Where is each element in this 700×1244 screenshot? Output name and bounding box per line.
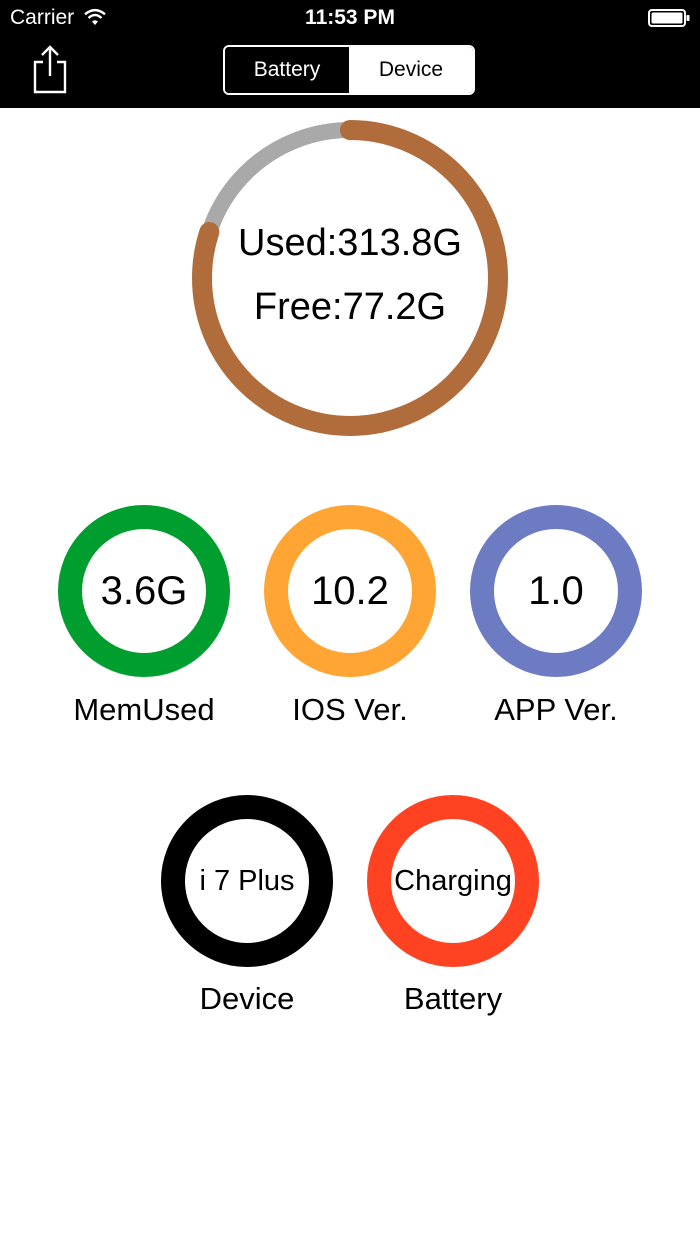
tab-battery[interactable]: Battery	[225, 47, 349, 93]
gauge-device-value: i 7 Plus	[199, 865, 295, 897]
storage-ring: Used:313.8G Free:77.2G	[190, 118, 510, 438]
gauge-app-label: APP Ver.	[494, 692, 618, 727]
share-icon[interactable]	[30, 44, 70, 94]
storage-free-label: Free:77.2G	[253, 286, 447, 328]
gauge-device: i 7 Plus	[161, 795, 333, 967]
storage-used-label: Used:313.8G	[238, 222, 462, 264]
gauge-battery: Charging	[367, 795, 539, 967]
gauge-ios-label: IOS Ver.	[292, 692, 408, 727]
gauge-ios-value: 10.2	[311, 569, 389, 613]
battery-icon	[648, 9, 690, 27]
tab-device[interactable]: Device	[349, 47, 473, 93]
gauge-battery-label: Battery	[403, 981, 503, 1016]
gauge-app-value: 1.0	[528, 569, 584, 613]
status-bar: Carrier 11:53 PM	[0, 0, 700, 36]
gauge-ios-version: 10.2	[264, 505, 436, 677]
segmented-control: Battery Device	[223, 45, 475, 95]
gauge-device-label: Device	[199, 981, 295, 1016]
gauge-memused: 3.6G	[58, 505, 230, 677]
gauge-memused-label: MemUsed	[73, 692, 215, 727]
status-time: 11:53 PM	[305, 6, 395, 29]
gauge-memused-value: 3.6G	[100, 569, 188, 613]
storage-ring-graphic	[192, 120, 508, 436]
navigation-bar: Carrier 11:53 PM Battery Device	[0, 0, 700, 108]
gauge-battery-value: Charging	[394, 865, 512, 897]
gauge-app-version: 1.0	[470, 505, 642, 677]
